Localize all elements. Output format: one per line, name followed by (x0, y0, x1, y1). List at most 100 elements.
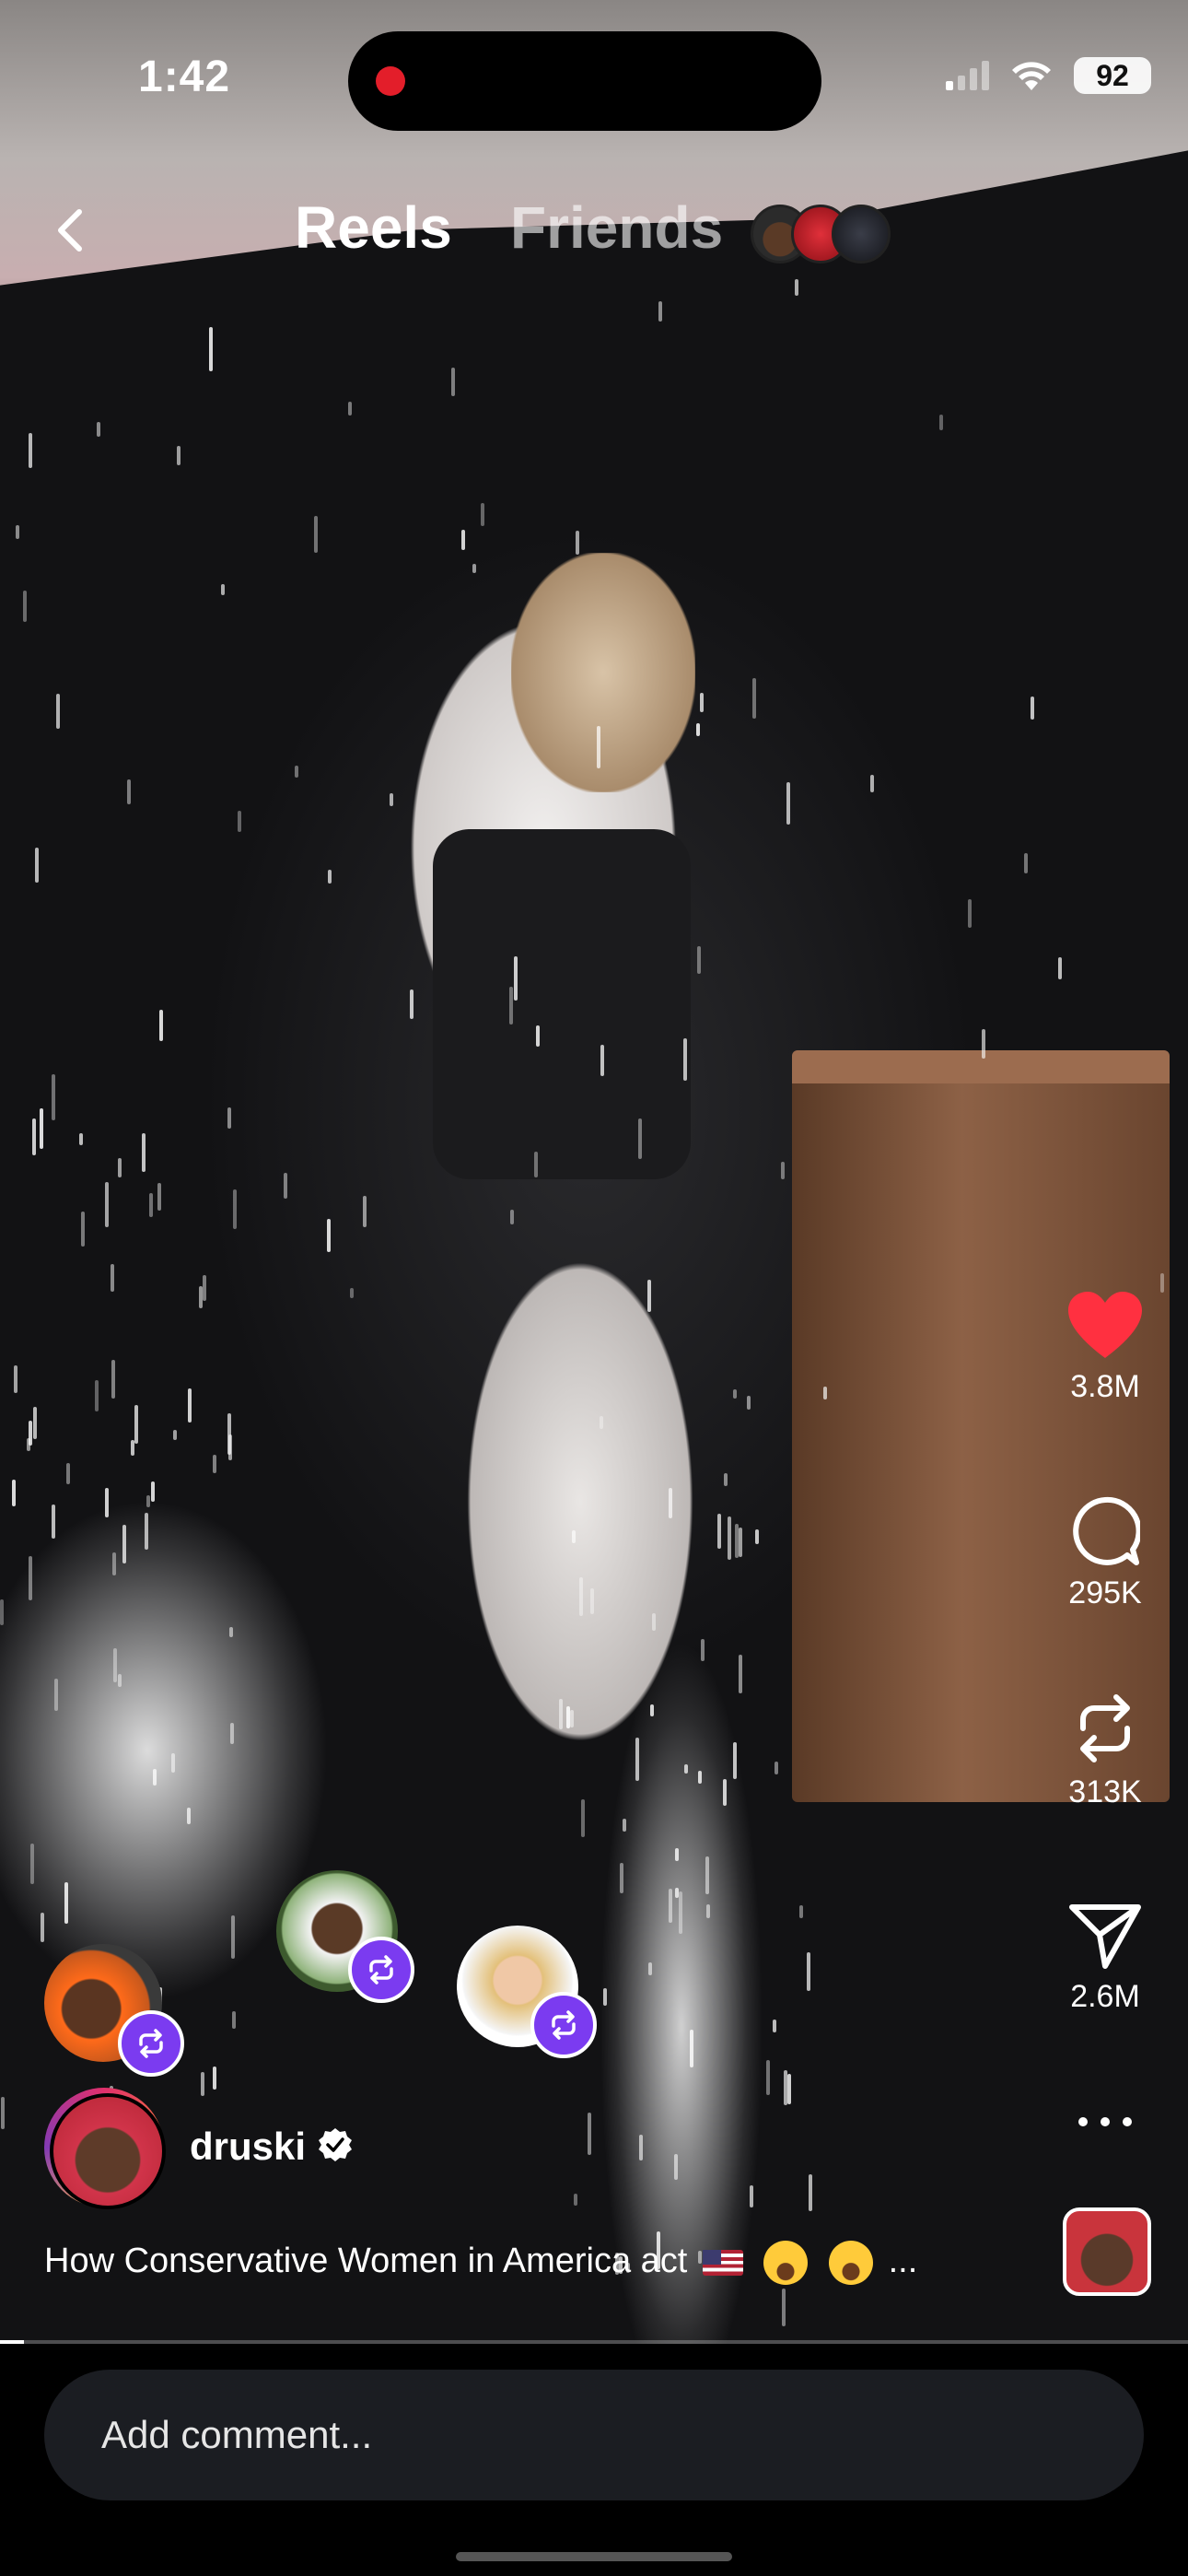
spark (294, 766, 298, 778)
paper-plane-icon[interactable] (1068, 1902, 1142, 1970)
spark (738, 1527, 742, 1558)
wooden-podium (792, 1050, 1170, 1802)
spark (674, 1888, 679, 1899)
friends-avatar-stack[interactable] (751, 205, 898, 263)
repost-badge-icon (348, 1937, 414, 2003)
spark (509, 986, 514, 1025)
share-action[interactable]: 2.6M (1059, 1902, 1151, 2015)
reels-header: Reels Friends (0, 193, 1188, 267)
spark (727, 1516, 731, 1560)
spark (150, 1481, 155, 1502)
chevron-left-icon[interactable] (46, 205, 98, 256)
spark (186, 1808, 191, 1825)
creator-avatar[interactable] (44, 2088, 166, 2209)
repost-action[interactable]: 313K (1059, 1692, 1151, 1810)
spark (29, 1555, 33, 1600)
like-action[interactable]: 3.8M (1059, 1290, 1151, 1405)
spark (739, 1654, 743, 1693)
spark (752, 678, 757, 719)
spark (460, 529, 465, 551)
spark (362, 1196, 367, 1228)
spark (678, 1891, 682, 1935)
spark (807, 1952, 811, 1991)
laughing-emoji-icon (763, 2241, 809, 2285)
spark (695, 723, 700, 736)
caption-text: How Conservative Women in America act (44, 2242, 688, 2281)
spark (238, 811, 242, 833)
spark (647, 1279, 652, 1313)
spark (16, 524, 20, 539)
spark (732, 1742, 737, 1780)
like-count: 3.8M (1070, 1369, 1140, 1404)
spark (536, 1025, 541, 1048)
spark (157, 1183, 161, 1212)
comment-bar (0, 2344, 1188, 2576)
original-audio-thumbnail[interactable] (1063, 2207, 1151, 2296)
laughing-emoji-icon (829, 2241, 874, 2285)
spark (327, 1219, 332, 1252)
spark (212, 1454, 216, 1473)
spark (623, 1819, 627, 1832)
comment-input[interactable] (44, 2370, 1144, 2500)
spark (349, 1288, 354, 1298)
spark (78, 1133, 83, 1145)
spark (1058, 957, 1062, 980)
heart-icon[interactable] (1066, 1290, 1144, 1360)
spark (31, 1118, 36, 1155)
spark (683, 1038, 688, 1082)
spark (122, 1524, 126, 1563)
spark (481, 502, 485, 527)
spark (105, 1181, 110, 1227)
tab-reels[interactable]: Reels (295, 193, 452, 262)
spark (722, 1779, 727, 1806)
spark (705, 1856, 710, 1895)
spark (696, 946, 701, 974)
spark (410, 989, 414, 1020)
dancer-hair (511, 553, 695, 792)
reel-caption[interactable]: How Conservative Women in America act ..… (44, 2241, 917, 2285)
reel-video[interactable] (0, 0, 1188, 2344)
tab-friends[interactable]: Friends (510, 193, 723, 262)
spark (668, 1487, 672, 1519)
spark (795, 279, 799, 297)
spark (589, 1587, 594, 1614)
comment-icon[interactable] (1070, 1496, 1140, 1566)
spark (144, 1512, 148, 1551)
spark (668, 1889, 672, 1924)
spark (118, 1158, 122, 1178)
spark (749, 2185, 753, 2208)
spark (81, 1212, 86, 1247)
comment-count: 295K (1068, 1575, 1142, 1610)
spark (574, 2194, 578, 2207)
spark (765, 2060, 770, 2096)
spark (510, 1209, 515, 1225)
spark (559, 1699, 564, 1730)
comment-action[interactable]: 295K (1059, 1496, 1151, 1611)
spark (117, 1673, 122, 1688)
repost-badge-icon (118, 2010, 184, 2077)
spark (513, 955, 518, 1001)
wifi-icon (1012, 62, 1051, 90)
spark (231, 2010, 236, 2029)
spark (658, 300, 663, 322)
spark (1031, 696, 1035, 720)
spark (30, 1844, 35, 1885)
repost-icon[interactable] (1070, 1692, 1140, 1765)
spark (809, 2174, 813, 2212)
caption-more[interactable]: ... (889, 2242, 918, 2280)
spark (652, 1612, 657, 1632)
spark (173, 1429, 178, 1441)
spark (227, 1107, 231, 1129)
more-options-icon[interactable] (1068, 2108, 1142, 2136)
spark (134, 1404, 138, 1445)
creator-username[interactable]: druski (190, 2125, 306, 2169)
verified-badge-icon (319, 2128, 352, 2161)
avatar (832, 205, 891, 263)
spark (41, 1912, 45, 1943)
spark (176, 446, 181, 466)
spark (112, 1648, 117, 1683)
spark (570, 1709, 575, 1727)
spark (328, 869, 332, 884)
spark (149, 1192, 154, 1218)
spark (146, 1494, 150, 1508)
